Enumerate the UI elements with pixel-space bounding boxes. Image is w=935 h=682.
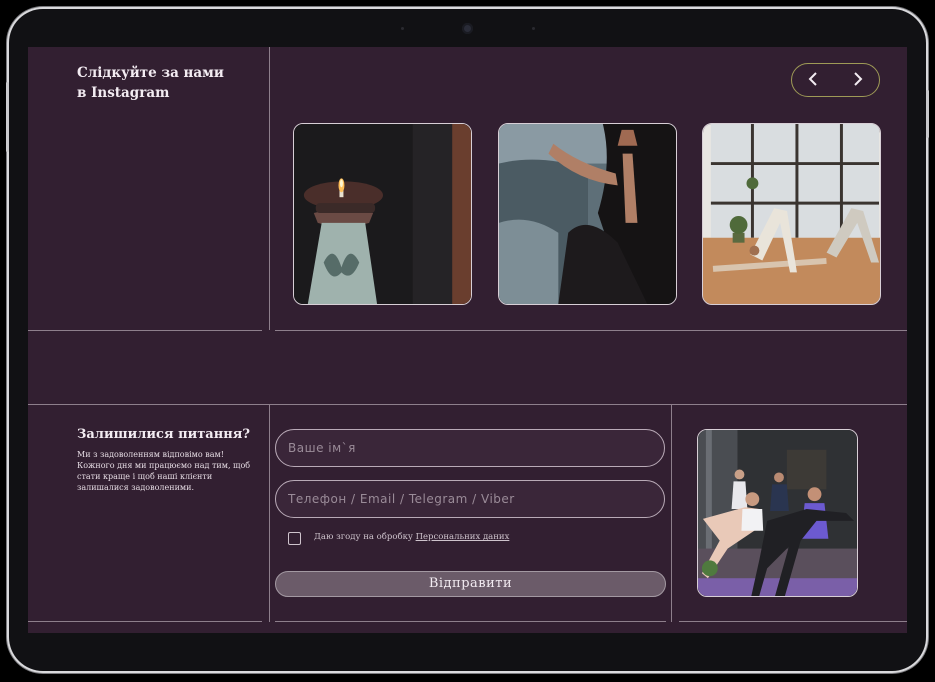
submit-button[interactable]: Відправити bbox=[275, 571, 666, 597]
instagram-title-line2: в Instagram bbox=[77, 85, 170, 101]
divider bbox=[679, 621, 907, 622]
consent-checkbox[interactable] bbox=[288, 532, 301, 545]
yoga-class-photo bbox=[697, 429, 858, 597]
divider bbox=[671, 405, 672, 622]
carousel-nav bbox=[791, 63, 880, 97]
divider bbox=[28, 621, 262, 622]
personal-data-link[interactable]: Персональних даних bbox=[416, 532, 510, 542]
chevron-right-icon[interactable] bbox=[848, 70, 866, 88]
candle-photo[interactable] bbox=[293, 123, 472, 305]
divider bbox=[269, 47, 270, 330]
chevron-left-icon[interactable] bbox=[805, 70, 823, 88]
power-button bbox=[926, 90, 929, 138]
contact-title: Залишилися питання? bbox=[77, 427, 250, 442]
instagram-title-line1: Слідкуйте за нами bbox=[77, 65, 224, 81]
sensor-dot bbox=[532, 27, 535, 30]
sensor-dot bbox=[401, 27, 404, 30]
yoga-namaste-photo[interactable] bbox=[498, 123, 677, 305]
screen: Слідкуйте за нами в Instagram Залишилися… bbox=[28, 47, 907, 633]
consent-label: Даю згоду на обробку Персональних даних bbox=[314, 532, 509, 542]
divider bbox=[275, 621, 666, 622]
instagram-title: Слідкуйте за нами в Instagram bbox=[77, 63, 224, 103]
contact-description: Ми з задоволенням відповімо вам! Кожного… bbox=[77, 450, 251, 492]
divider bbox=[275, 330, 907, 331]
consent-text: Даю згоду на обробку bbox=[314, 532, 416, 542]
divider bbox=[28, 404, 907, 405]
divider bbox=[28, 330, 262, 331]
yoga-studio-photo[interactable] bbox=[702, 123, 881, 305]
camera-icon bbox=[462, 23, 473, 34]
name-input[interactable] bbox=[275, 429, 665, 467]
volume-button bbox=[6, 82, 9, 152]
contact-input[interactable] bbox=[275, 480, 665, 518]
divider bbox=[269, 405, 270, 622]
